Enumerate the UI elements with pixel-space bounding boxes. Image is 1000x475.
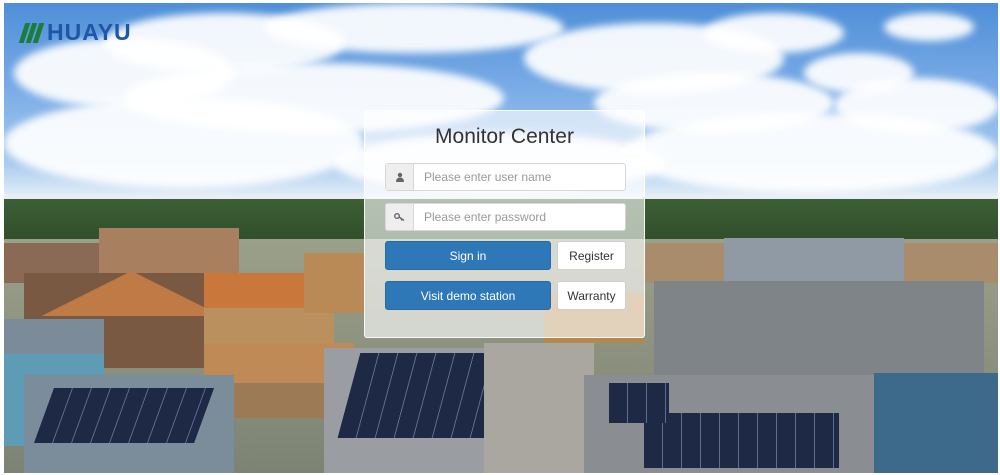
logo-mark-icon bbox=[18, 22, 45, 43]
warranty-button[interactable]: Warranty bbox=[557, 281, 626, 310]
brand-logo: HUAYU bbox=[18, 19, 132, 46]
key-icon bbox=[386, 204, 414, 230]
register-button[interactable]: Register bbox=[557, 241, 626, 270]
password-input[interactable] bbox=[414, 204, 625, 230]
login-panel: Monitor Center Sign in Register Visit de… bbox=[364, 110, 645, 338]
sign-in-button[interactable]: Sign in bbox=[385, 241, 551, 270]
username-input[interactable] bbox=[414, 164, 625, 190]
username-field bbox=[385, 163, 626, 191]
user-icon bbox=[386, 164, 414, 190]
visit-demo-station-button[interactable]: Visit demo station bbox=[385, 281, 551, 310]
password-field bbox=[385, 203, 626, 231]
login-title: Monitor Center bbox=[435, 125, 574, 148]
brand-name: HUAYU bbox=[47, 19, 132, 45]
